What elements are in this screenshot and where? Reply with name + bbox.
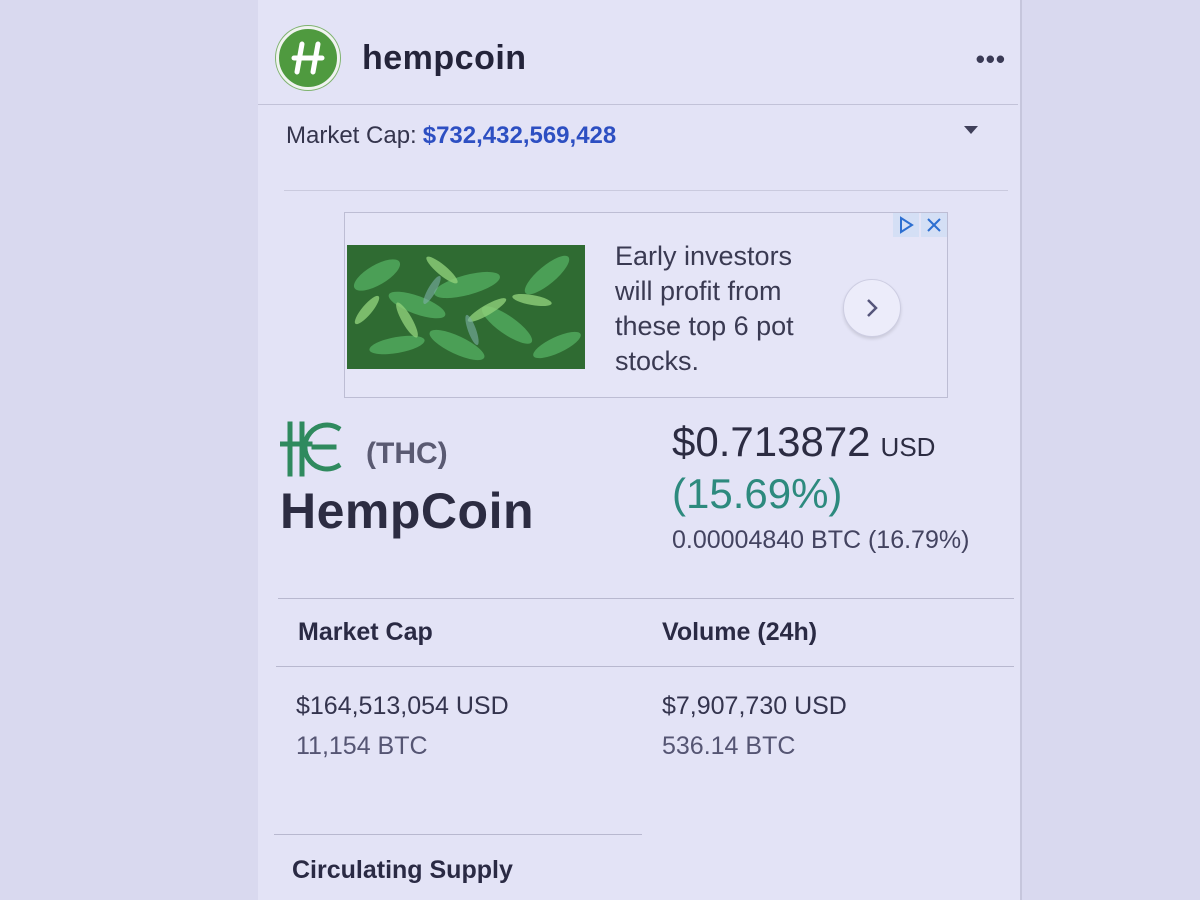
thc-logo-icon	[280, 421, 342, 477]
divider	[276, 666, 1014, 667]
btc-price: 0.00004840 BTC (16.79%)	[672, 526, 970, 554]
dropdown-caret-icon[interactable]	[964, 126, 978, 134]
more-options-icon[interactable]: •••	[976, 44, 1006, 75]
volume-header: Volume (24h)	[662, 618, 818, 646]
ad-close-icon[interactable]	[921, 213, 947, 237]
ad-text[interactable]: Early investors will profit from these t…	[615, 239, 835, 379]
ad-badges	[891, 213, 947, 237]
volume-btc: 536.14 BTC	[662, 732, 796, 760]
price-value: $0.713872	[672, 418, 871, 465]
brand-name[interactable]: hempcoin	[362, 39, 527, 78]
coin-ticker: (THC)	[280, 420, 448, 478]
market-cap-usd: $164,513,054 USD	[296, 692, 509, 720]
divider	[284, 190, 1008, 191]
advertisement[interactable]: Early investors will profit from these t…	[344, 212, 948, 398]
coin-symbol: (THC)	[366, 437, 448, 470]
market-cap-label: Market Cap:	[286, 122, 417, 149]
coin-name: HempCoin	[280, 483, 534, 539]
price-change: (15.69%)	[672, 470, 843, 517]
price-unit: USD	[880, 432, 936, 462]
divider	[274, 834, 642, 835]
market-cap-btc: 11,154 BTC	[296, 732, 428, 760]
adchoices-icon[interactable]	[893, 213, 919, 237]
circulating-supply-header: Circulating Supply	[292, 856, 513, 884]
divider	[258, 104, 1018, 105]
ad-image[interactable]	[347, 245, 585, 369]
market-cap-header: Market Cap	[298, 618, 433, 646]
chevron-right-icon	[867, 299, 878, 317]
divider	[278, 598, 1014, 599]
volume-usd: $7,907,730 USD	[662, 692, 847, 720]
price: $0.713872 USD	[672, 418, 935, 466]
market-cap-value: $732,432,569,428	[422, 122, 617, 149]
ad-next-button[interactable]	[843, 279, 901, 337]
coin-panel: hempcoin ••• Market Cap: $732,432,569,428	[258, 0, 1022, 900]
header: hempcoin	[276, 26, 527, 90]
hempcoin-logo-icon[interactable]	[276, 26, 340, 90]
global-market-cap: Market Cap: $732,432,569,428	[286, 122, 616, 150]
